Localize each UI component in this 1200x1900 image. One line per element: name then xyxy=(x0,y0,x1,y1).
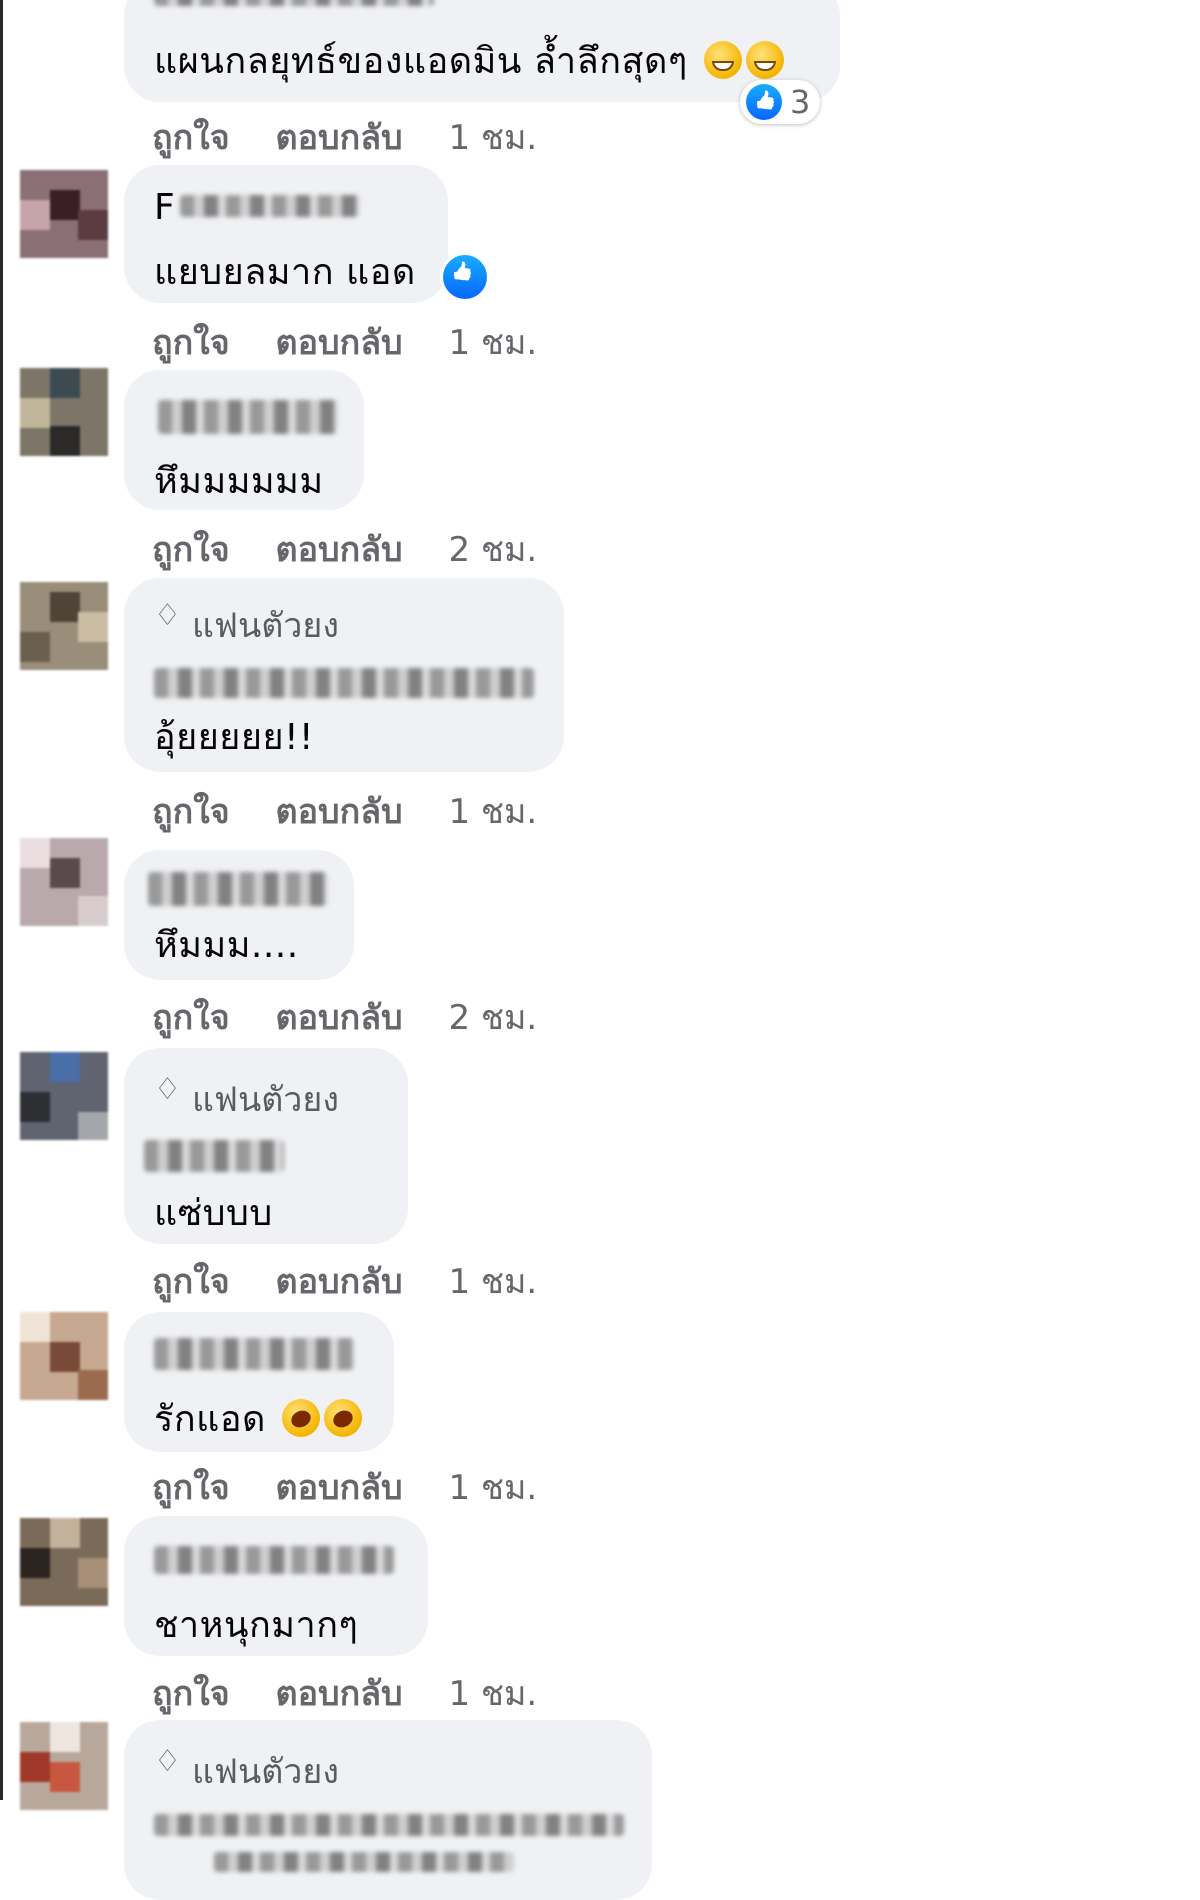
comment-bubble: รักแอด xyxy=(124,1312,394,1452)
comment-text: อุ้ยยยยย!! xyxy=(154,708,314,765)
comment-text-label: แยบยลมาก แอด xyxy=(154,252,416,293)
comment-text-label: รักแอด xyxy=(154,1399,266,1440)
like-button[interactable]: ถูกใจ xyxy=(152,1674,230,1714)
comment-actions: ถูกใจ ตอบกลับ 1 ชม. xyxy=(152,1666,571,1720)
grin-emoji-icon xyxy=(745,41,784,79)
like-button[interactable]: ถูกใจ xyxy=(152,323,230,363)
comment-actions: ถูกใจ ตอบกลับ 2 ชม. xyxy=(152,522,571,576)
comment-text: แผนกลยุทธ์ของแอดมิน ล้ำลึกสุดๆ xyxy=(154,32,784,89)
like-button[interactable]: ถูกใจ xyxy=(152,1262,230,1302)
timestamp[interactable]: 1 ชม. xyxy=(448,118,537,158)
timestamp[interactable]: 1 ชม. xyxy=(448,1262,537,1302)
diamond-icon: ♢ xyxy=(154,1744,181,1779)
comment-text: แซ่บบบ xyxy=(154,1184,273,1241)
commenter-name[interactable] xyxy=(148,872,328,906)
commenter-name[interactable] xyxy=(154,1814,624,1836)
like-reaction-icon[interactable] xyxy=(440,252,490,302)
commenter-name[interactable] xyxy=(158,400,338,434)
comment-text: รักแอด xyxy=(154,1390,362,1447)
screen-edge xyxy=(0,0,3,1800)
reply-button[interactable]: ตอบกลับ xyxy=(276,998,403,1038)
reply-button[interactable]: ตอบกลับ xyxy=(276,118,403,158)
comment-bubble: ชาหนุกมากๆ xyxy=(124,1516,428,1656)
comment-bubble: F แยบยลมาก แอด xyxy=(124,165,448,303)
avatar[interactable] xyxy=(20,582,108,670)
reaction-count: 3 xyxy=(790,83,811,121)
like-button[interactable]: ถูกใจ xyxy=(152,1468,230,1508)
rofl-emoji-icon xyxy=(323,1399,362,1437)
top-fan-badge: แฟนตัวยง xyxy=(192,1752,339,1792)
comment-actions: ถูกใจ ตอบกลับ 1 ชม. xyxy=(152,315,571,369)
comment-actions: ถูกใจ ตอบกลับ 2 ชม. xyxy=(152,990,571,1044)
comment-text-label: หึมมม.... xyxy=(154,925,299,966)
comment-text-label: อุ้ยยยยย!! xyxy=(154,717,314,758)
timestamp[interactable]: 2 ชม. xyxy=(448,998,537,1038)
comment-actions: ถูกใจ ตอบกลับ 1 ชม. xyxy=(152,1460,571,1514)
avatar[interactable] xyxy=(20,838,108,926)
comment-text-label: แผนกลยุทธ์ของแอดมิน ล้ำลึกสุดๆ xyxy=(154,41,688,82)
like-button[interactable]: ถูกใจ xyxy=(152,792,230,832)
comment-bubble: ♢ แฟนตัวยง แซ่บบบ xyxy=(124,1048,408,1244)
avatar[interactable] xyxy=(20,1052,108,1140)
comment-actions: ถูกใจ ตอบกลับ 1 ชม. xyxy=(152,110,571,164)
diamond-icon: ♢ xyxy=(154,1072,181,1107)
like-button[interactable]: ถูกใจ xyxy=(152,118,230,158)
avatar[interactable] xyxy=(20,170,108,258)
reply-button[interactable]: ตอบกลับ xyxy=(276,1468,403,1508)
comment-text-label: ชาหนุกมากๆ xyxy=(154,1605,359,1646)
avatar[interactable] xyxy=(20,1518,108,1606)
grin-emoji-icon xyxy=(703,41,742,79)
comment-text: หึมมมมมม xyxy=(154,452,324,509)
commenter-name[interactable] xyxy=(154,1546,394,1574)
commenter-name[interactable] xyxy=(154,668,534,698)
timestamp[interactable]: 1 ชม. xyxy=(448,323,537,363)
like-button[interactable]: ถูกใจ xyxy=(152,530,230,570)
like-button[interactable]: ถูกใจ xyxy=(152,998,230,1038)
avatar[interactable] xyxy=(20,1722,108,1810)
commenter-name[interactable] xyxy=(180,195,360,217)
commenter-name xyxy=(154,0,434,6)
comment-text: แยบยลมาก แอด xyxy=(154,243,416,300)
timestamp[interactable]: 1 ชม. xyxy=(448,1674,537,1714)
diamond-icon: ♢ xyxy=(154,598,181,633)
commenter-name[interactable] xyxy=(144,1140,284,1172)
comment-text-label: แซ่บบบ xyxy=(154,1193,273,1234)
reply-button[interactable]: ตอบกลับ xyxy=(276,530,403,570)
comment-bubble: หึมมมมมม xyxy=(124,370,364,510)
comment-actions: ถูกใจ ตอบกลับ 1 ชม. xyxy=(152,784,571,838)
commenter-name-initial[interactable]: F xyxy=(154,187,175,228)
reply-button[interactable]: ตอบกลับ xyxy=(276,1262,403,1302)
timestamp[interactable]: 2 ชม. xyxy=(448,530,537,570)
top-fan-badge: แฟนตัวยง xyxy=(192,606,339,646)
comment-text: ชาหนุกมากๆ xyxy=(154,1596,358,1653)
comment-text: หึมมม.... xyxy=(154,916,299,973)
reply-button[interactable]: ตอบกลับ xyxy=(276,792,403,832)
comment-actions: ถูกใจ ตอบกลับ 1 ชม. xyxy=(152,1254,571,1308)
comment-bubble: ♢ แฟนตัวยง xyxy=(124,1720,652,1900)
timestamp[interactable]: 1 ชม. xyxy=(448,792,537,832)
timestamp[interactable]: 1 ชม. xyxy=(448,1468,537,1508)
like-reaction-icon xyxy=(746,84,782,120)
reply-button[interactable]: ตอบกลับ xyxy=(276,1674,403,1714)
avatar[interactable] xyxy=(20,1312,108,1400)
commenter-name[interactable] xyxy=(154,1338,354,1370)
comment-bubble: แผนกลยุทธ์ของแอดมิน ล้ำลึกสุดๆ xyxy=(124,0,840,102)
reply-button[interactable]: ตอบกลับ xyxy=(276,323,403,363)
reaction-summary[interactable]: 3 xyxy=(740,80,821,124)
avatar[interactable] xyxy=(20,368,108,456)
comment-bubble: ♢ แฟนตัวยง อุ้ยยยยย!! xyxy=(124,578,564,772)
top-fan-badge: แฟนตัวยง xyxy=(192,1080,339,1120)
rofl-emoji-icon xyxy=(281,1399,320,1437)
comment-text-blurred xyxy=(214,1852,514,1872)
comment-text-label: หึมมมมมม xyxy=(154,461,324,502)
comment-bubble: หึมมม.... xyxy=(124,850,354,980)
